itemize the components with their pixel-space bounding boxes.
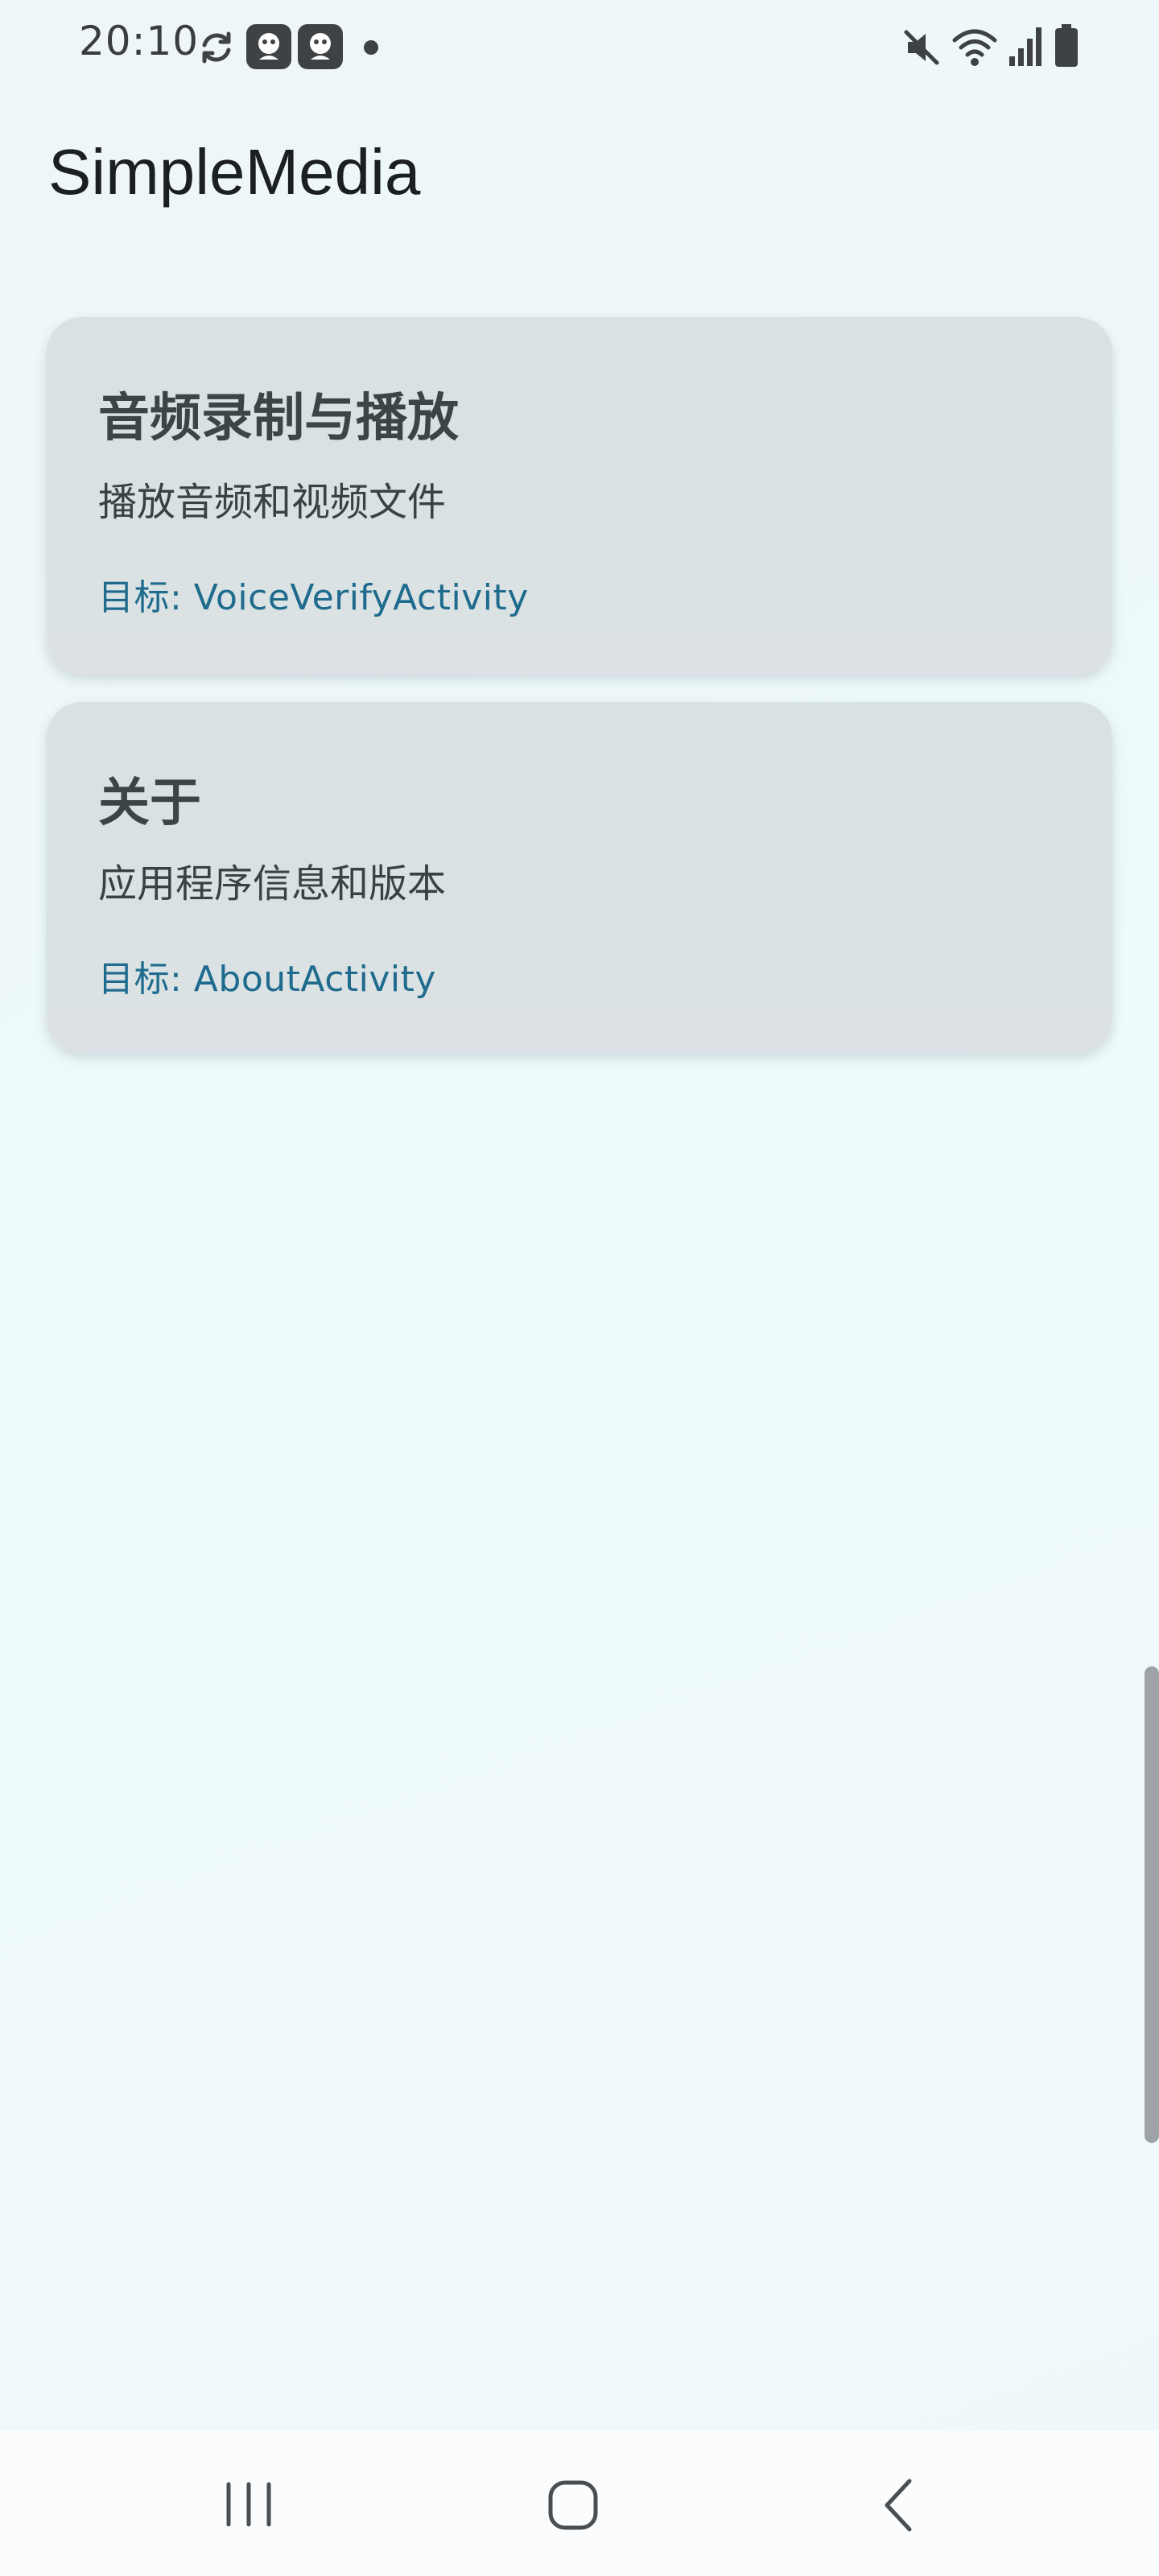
- recents-icon[interactable]: [222, 2479, 275, 2529]
- battery-icon: [1055, 24, 1078, 67]
- card-description: 播放音频和视频文件: [98, 480, 447, 525]
- wifi-icon: [952, 29, 997, 66]
- mute-icon: [904, 30, 939, 65]
- home-icon[interactable]: [547, 2476, 599, 2533]
- card-description: 应用程序信息和版本: [98, 861, 447, 906]
- card-title: 音频录制与播放: [98, 389, 459, 448]
- sync-icon: [202, 31, 231, 64]
- navigation-bar: [0, 2431, 1159, 2576]
- card-about[interactable]: 关于 应用程序信息和版本 目标: AboutActivity: [47, 702, 1112, 1053]
- app-title: SimpleMedia: [48, 136, 421, 208]
- card-title: 关于: [98, 774, 201, 833]
- card-target: 目标: VoiceVerifyActivity: [98, 577, 529, 618]
- card-target: 目标: AboutActivity: [98, 959, 436, 1000]
- card-audio-recording[interactable]: 音频录制与播放 播放音频和视频文件 目标: VoiceVerifyActivit…: [47, 317, 1112, 675]
- status-bar: 20:10: [0, 0, 1159, 97]
- signal-icon: [1009, 27, 1041, 66]
- app-notification-icon: [246, 24, 291, 69]
- status-time: 20:10: [79, 18, 200, 64]
- back-icon[interactable]: [877, 2476, 919, 2534]
- notification-dot: [364, 40, 378, 55]
- scrollbar[interactable]: [1145, 1666, 1159, 2143]
- app-notification-icon: [298, 24, 343, 69]
